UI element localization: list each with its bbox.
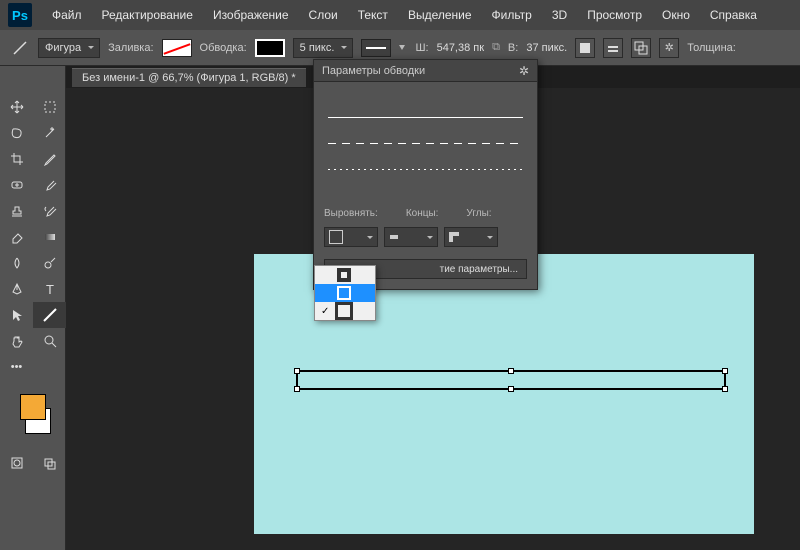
toolbox-more[interactable]: ••• xyxy=(0,354,33,380)
svg-text:T: T xyxy=(46,282,54,296)
path-select-tool[interactable] xyxy=(0,302,33,328)
eraser-tool[interactable] xyxy=(0,224,33,250)
wand-tool[interactable] xyxy=(33,120,66,146)
align-center-option[interactable] xyxy=(315,284,375,302)
blur-tool[interactable] xyxy=(0,250,33,276)
panel-header[interactable]: Параметры обводки ✲ xyxy=(314,60,537,82)
transform-handle[interactable] xyxy=(294,368,300,374)
stroke-caps-dropdown[interactable] xyxy=(384,227,438,247)
stroke-style-solid[interactable] xyxy=(328,110,523,124)
fill-swatch[interactable] xyxy=(162,39,192,57)
align-label: Выровнять: xyxy=(324,208,378,219)
menu-help[interactable]: Справка xyxy=(702,4,765,26)
pen-tool[interactable] xyxy=(0,276,33,302)
transform-handle[interactable] xyxy=(508,368,514,374)
transform-handle[interactable] xyxy=(294,386,300,392)
menu-3d[interactable]: 3D xyxy=(544,4,575,26)
line-shape-tool[interactable] xyxy=(33,302,66,328)
crop-tool[interactable] xyxy=(0,146,33,172)
shape-mode-dropdown[interactable]: Фигура xyxy=(38,38,100,58)
gradient-tool[interactable] xyxy=(33,224,66,250)
thickness-label: Толщина: xyxy=(687,42,736,54)
caps-label: Концы: xyxy=(406,208,439,219)
stroke-style-dashed[interactable] xyxy=(328,136,523,150)
stroke-swatch[interactable] xyxy=(255,39,285,57)
dodge-tool[interactable] xyxy=(33,250,66,276)
transform-handle[interactable] xyxy=(508,386,514,392)
menu-select[interactable]: Выделение xyxy=(400,4,480,26)
lasso-tool[interactable] xyxy=(0,120,33,146)
document-tab-bar: Без имени-1 @ 66,7% (Фигура 1, RGB/8) * xyxy=(72,66,306,88)
corners-label: Углы: xyxy=(466,208,491,219)
move-tool[interactable] xyxy=(0,94,33,120)
link-wh-icon[interactable]: ⧉ xyxy=(492,41,500,54)
menu-window[interactable]: Окно xyxy=(654,4,698,26)
hand-tool[interactable] xyxy=(0,328,33,354)
foreground-color[interactable] xyxy=(20,394,46,420)
panel-title: Параметры обводки xyxy=(322,65,425,77)
menu-edit[interactable]: Редактирование xyxy=(94,4,201,26)
transform-handle[interactable] xyxy=(722,386,728,392)
height-input[interactable]: 37 пикс. xyxy=(526,42,567,54)
stroke-label: Обводка: xyxy=(200,42,247,54)
path-align-button[interactable] xyxy=(575,38,595,58)
line-shape[interactable] xyxy=(296,370,726,390)
width-input[interactable]: 547,38 пк xyxy=(437,42,484,54)
screenmode-toggle[interactable] xyxy=(33,450,66,476)
menu-layers[interactable]: Слои xyxy=(301,4,346,26)
stroke-corners-dropdown[interactable] xyxy=(444,227,498,247)
align-outside-option[interactable]: ✓ xyxy=(315,302,375,320)
quickmask-toggle[interactable] xyxy=(0,450,33,476)
align-inside-option[interactable] xyxy=(315,266,375,284)
zoom-tool[interactable] xyxy=(33,328,66,354)
stroke-style-dotted[interactable] xyxy=(328,162,523,176)
menu-view[interactable]: Просмотр xyxy=(579,4,650,26)
stamp-tool[interactable] xyxy=(0,198,33,224)
fill-label: Заливка: xyxy=(108,42,153,54)
menu-text[interactable]: Текст xyxy=(350,4,396,26)
menu-file[interactable]: Файл xyxy=(44,4,90,26)
stroke-style-list xyxy=(314,82,537,204)
path-ops-button[interactable] xyxy=(631,38,651,58)
stroke-width-dropdown[interactable]: 5 пикс. xyxy=(293,38,354,58)
eyedropper-tool[interactable] xyxy=(33,146,66,172)
height-label: В: xyxy=(508,42,518,54)
marquee-tool[interactable] xyxy=(33,94,66,120)
gear-button[interactable]: ✲ xyxy=(659,38,679,58)
stroke-align-flyout: ✓ xyxy=(314,265,376,321)
line-tool-icon xyxy=(10,38,30,58)
gear-icon[interactable]: ✲ xyxy=(519,64,529,78)
menu-bar: Ps Файл Редактирование Изображение Слои … xyxy=(0,0,800,30)
history-brush-tool[interactable] xyxy=(33,198,66,224)
menu-filter[interactable]: Фильтр xyxy=(484,4,540,26)
toolbox: T ••• xyxy=(0,66,66,550)
stroke-options-panel: Параметры обводки ✲ Выровнять: Концы: Уг… xyxy=(313,59,538,290)
document-tab[interactable]: Без имени-1 @ 66,7% (Фигура 1, RGB/8) * xyxy=(72,68,306,87)
transform-handle[interactable] xyxy=(722,368,728,374)
menu-image[interactable]: Изображение xyxy=(205,4,297,26)
brush-tool[interactable] xyxy=(33,172,66,198)
app-logo: Ps xyxy=(8,3,32,27)
width-label: Ш: xyxy=(415,42,428,54)
type-tool[interactable]: T xyxy=(33,276,66,302)
path-arrange-button[interactable] xyxy=(603,38,623,58)
color-swatches xyxy=(0,388,65,440)
heal-tool[interactable] xyxy=(0,172,33,198)
stroke-style-dropdown[interactable] xyxy=(361,39,391,57)
stroke-align-dropdown[interactable] xyxy=(324,227,378,247)
